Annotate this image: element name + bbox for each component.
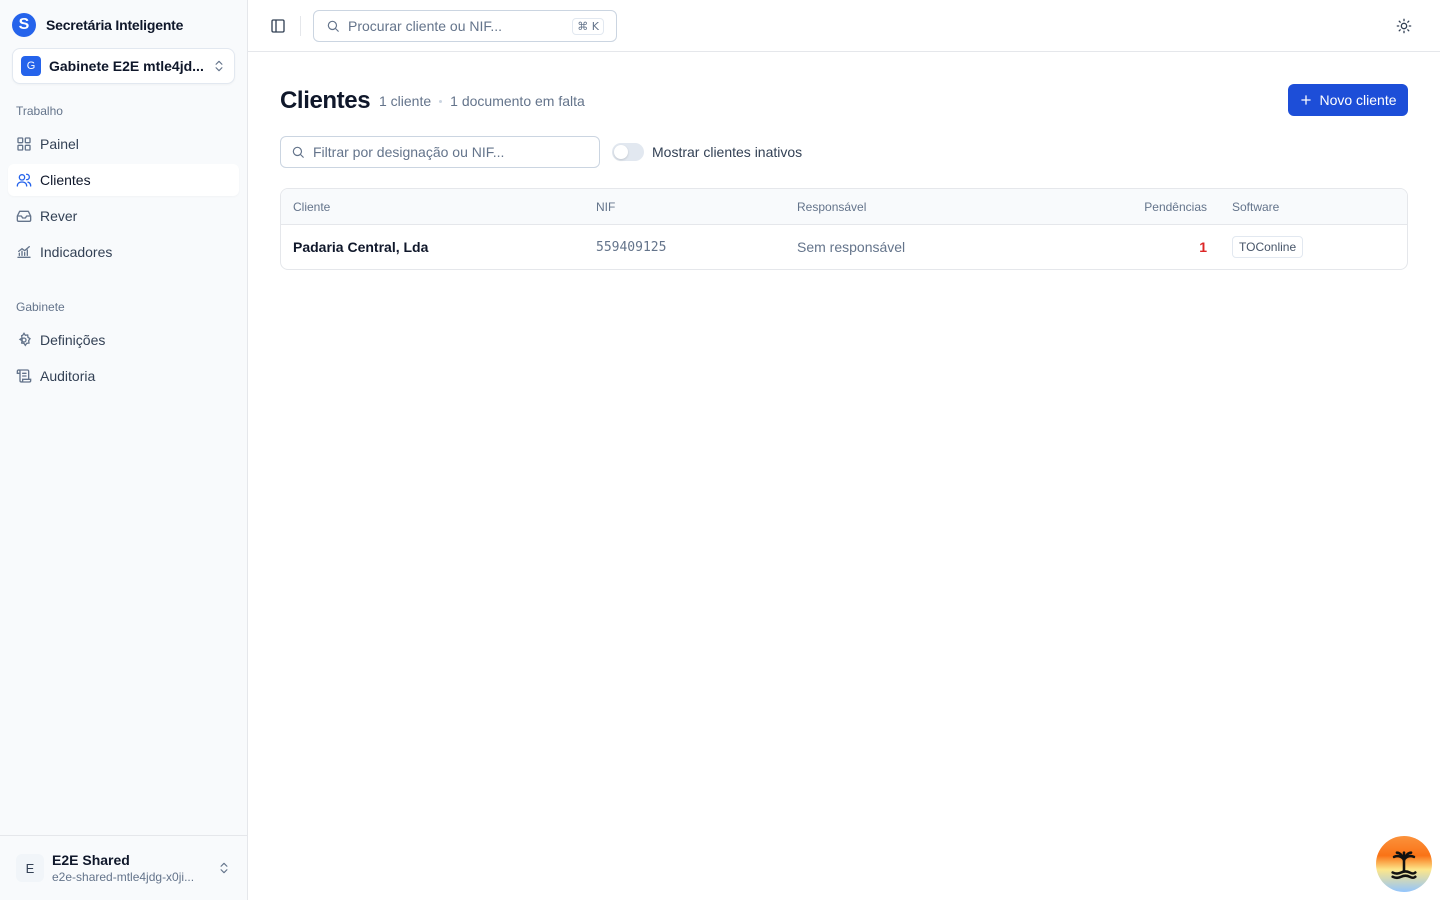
cell-nif: 559409125 <box>596 240 667 255</box>
assistant-launcher[interactable] <box>1376 836 1432 892</box>
show-inactive-toggle[interactable] <box>612 143 644 161</box>
chevrons-up-down-icon <box>212 59 226 73</box>
new-client-label: Novo cliente <box>1319 92 1397 108</box>
column-header-cliente[interactable]: Cliente <box>293 200 330 214</box>
users-icon <box>16 172 32 188</box>
column-header-responsavel[interactable]: Responsável <box>797 200 866 214</box>
sidebar-item-label: Indicadores <box>40 244 113 260</box>
toggle-knob <box>614 145 628 159</box>
sidebar-item-indicadores[interactable]: Indicadores <box>8 236 239 268</box>
sun-icon[interactable] <box>1396 18 1412 34</box>
cell-responsavel: Sem responsável <box>797 239 906 255</box>
sidebar-toggle-icon[interactable] <box>270 18 286 34</box>
org-switcher[interactable]: G Gabinete E2E mtle4jd... <box>12 48 235 84</box>
chevrons-up-down-icon <box>217 861 231 875</box>
user-email: e2e-shared-mtle4jdg-x0ji... <box>52 870 195 884</box>
global-search-input[interactable]: Procurar cliente ou NIF... ⌘ K <box>313 10 617 42</box>
table-header: Cliente NIF Responsável Pendências Softw… <box>281 189 1407 225</box>
brand[interactable]: S Secretária Inteligente <box>12 13 183 37</box>
user-menu[interactable]: E E2E Shared e2e-shared-mtle4jdg-x0ji... <box>0 835 247 900</box>
sidebar-item-label: Definições <box>40 332 106 348</box>
table-row[interactable]: Padaria Central, Lda 559409125 Sem respo… <box>281 225 1407 269</box>
column-header-pendencias[interactable]: Pendências <box>1144 200 1207 214</box>
org-name: Gabinete E2E mtle4jd... <box>49 58 204 74</box>
sidebar-item-rever[interactable]: Rever <box>8 200 239 232</box>
topbar: Procurar cliente ou NIF... ⌘ K <box>248 0 1440 52</box>
filter-placeholder: Filtrar por designação ou NIF... <box>313 144 505 160</box>
org-badge: G <box>21 56 41 76</box>
user-info: E2E Shared e2e-shared-mtle4jdg-x0ji... <box>52 852 217 884</box>
search-icon <box>326 19 340 33</box>
sidebar-item-label: Rever <box>40 208 78 224</box>
column-header-software[interactable]: Software <box>1232 200 1279 214</box>
cell-pendencias: 1 <box>1199 239 1207 255</box>
search-placeholder: Procurar cliente ou NIF... <box>348 18 503 34</box>
page-meta: 1 cliente 1 documento em falta <box>379 93 585 109</box>
missing-docs-count: 1 documento em falta <box>450 93 585 109</box>
palm-tree-icon <box>1387 847 1421 881</box>
sidebar-item-clientes[interactable]: Clientes <box>8 164 239 196</box>
new-client-button[interactable]: Novo cliente <box>1288 84 1408 116</box>
divider <box>300 16 301 36</box>
sidebar-item-label: Auditoria <box>40 368 96 384</box>
software-badge: TOConline <box>1232 236 1304 258</box>
show-inactive-label[interactable]: Mostrar clientes inativos <box>652 144 802 160</box>
shortcut-hint: ⌘ K <box>572 17 604 35</box>
brand-name: Secretária Inteligente <box>46 17 184 33</box>
nav-section-office: Gabinete <box>16 300 65 314</box>
column-header-nif[interactable]: NIF <box>596 200 615 214</box>
avatar: E <box>16 854 44 882</box>
cell-cliente: Padaria Central, Lda <box>293 239 429 255</box>
grid-icon <box>16 136 32 152</box>
sidebar: S Secretária Inteligente G Gabinete E2E … <box>0 0 248 900</box>
scroll-icon <box>16 368 32 384</box>
client-count: 1 cliente <box>379 93 432 109</box>
gear-icon <box>16 332 32 348</box>
search-icon <box>291 145 305 159</box>
nav-section-work: Trabalho <box>16 104 63 118</box>
sidebar-item-label: Painel <box>40 136 79 152</box>
plus-icon <box>1299 93 1313 107</box>
filter-input[interactable]: Filtrar por designação ou NIF... <box>280 136 600 168</box>
sidebar-item-auditoria[interactable]: Auditoria <box>8 360 239 392</box>
clients-table: Cliente NIF Responsável Pendências Softw… <box>280 188 1408 270</box>
inbox-icon <box>16 208 32 224</box>
separator-dot <box>439 99 443 103</box>
user-name: E2E Shared <box>52 852 130 868</box>
chart-icon <box>16 244 32 260</box>
page-title: Clientes <box>280 87 371 114</box>
brand-logo: S <box>12 13 36 37</box>
sidebar-item-definicoes[interactable]: Definições <box>8 324 239 356</box>
sidebar-item-label: Clientes <box>40 172 91 188</box>
sidebar-item-painel[interactable]: Painel <box>8 128 239 160</box>
